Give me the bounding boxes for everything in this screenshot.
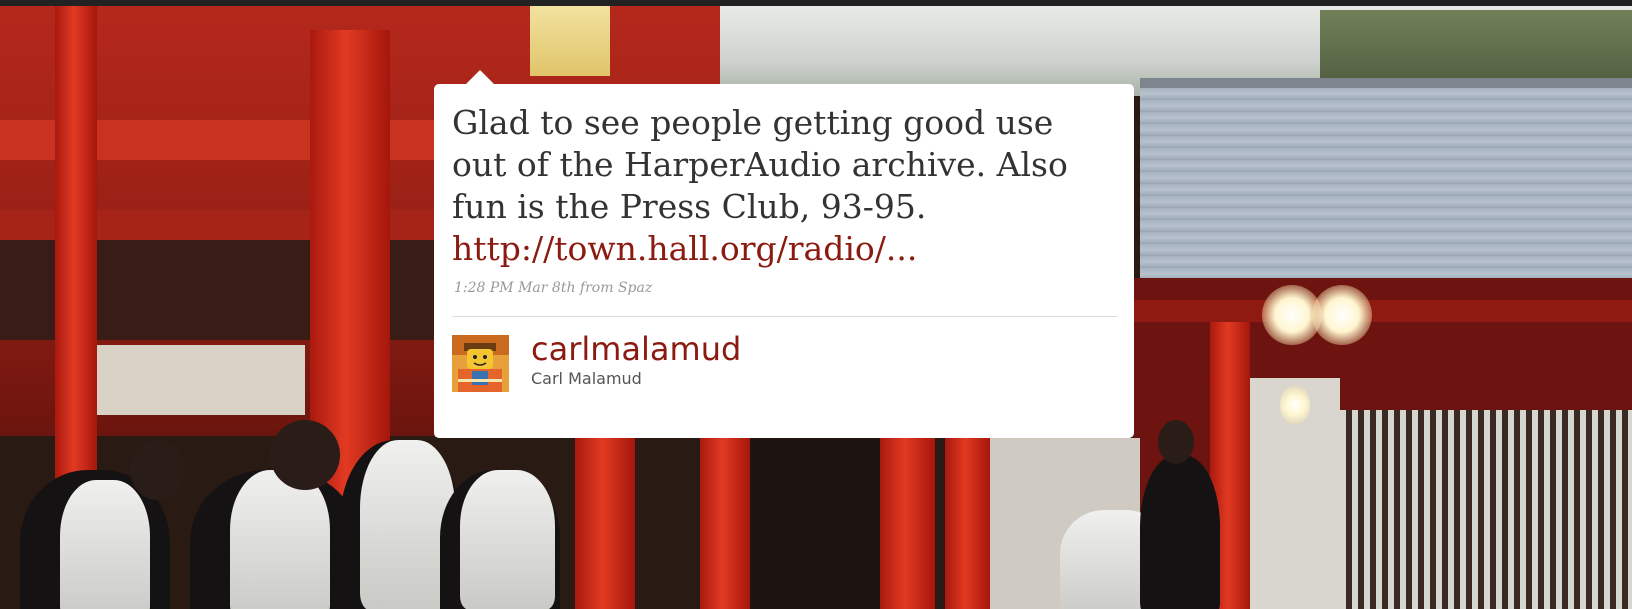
pillar xyxy=(880,438,935,609)
head xyxy=(1158,420,1194,464)
pillar xyxy=(945,438,990,609)
roof xyxy=(1140,88,1632,278)
pillar xyxy=(700,420,750,609)
tweet-timestamp[interactable]: 1:28 PM Mar 8th xyxy=(454,280,575,296)
lamp-light xyxy=(1280,385,1310,425)
lantern xyxy=(530,6,610,76)
author-full-name: Carl Malamud xyxy=(531,369,642,388)
tweet-text: Glad to see people getting good use out … xyxy=(452,102,1112,270)
head xyxy=(270,420,340,490)
card-pointer xyxy=(466,70,494,84)
source-prefix: from xyxy=(579,280,614,296)
doorway xyxy=(750,438,880,609)
lego-figure-avatar-icon xyxy=(452,335,509,392)
tweet-meta: 1:28 PM Mar 8th from Spaz xyxy=(454,280,652,296)
author-screen-name[interactable]: carlmalamud xyxy=(531,330,741,368)
robe xyxy=(460,470,555,609)
tweet-card: Glad to see people getting good use out … xyxy=(434,84,1134,438)
banner xyxy=(95,345,305,415)
person xyxy=(1140,455,1220,609)
head xyxy=(130,440,185,500)
robe xyxy=(230,470,330,609)
tweet-link[interactable]: http://town.hall.org/radio/... xyxy=(452,229,917,268)
robe xyxy=(60,480,150,609)
tweet-source[interactable]: Spaz xyxy=(618,280,652,296)
pillar xyxy=(575,420,635,609)
lamp-light xyxy=(1312,285,1372,345)
avatar[interactable] xyxy=(452,335,509,392)
grille xyxy=(1340,410,1632,609)
beam xyxy=(1134,300,1632,322)
divider xyxy=(452,316,1117,317)
tweet-body: Glad to see people getting good use out … xyxy=(452,103,1068,226)
